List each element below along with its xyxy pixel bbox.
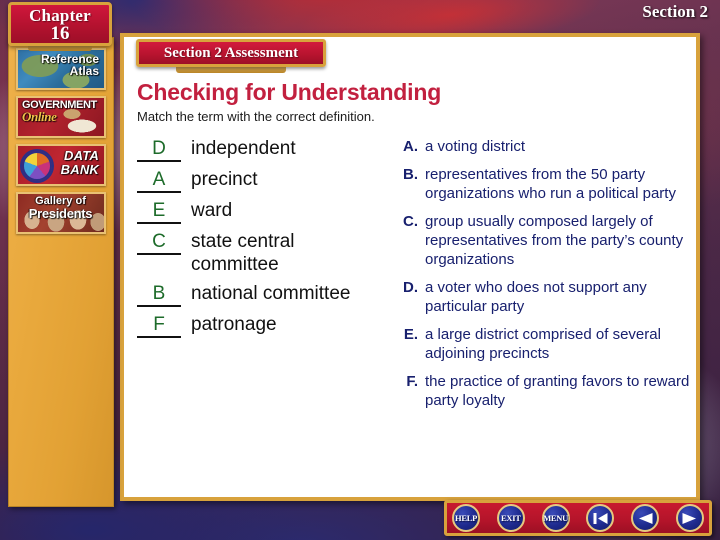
content-panel: Section 2 Assessment Checking for Unders… xyxy=(120,33,700,501)
definition-text: the practice of granting favors to rewar… xyxy=(425,373,690,409)
terms-column: D independent A precinct E ward C state … xyxy=(137,137,387,344)
sidebar-item-label: Reference Atlas xyxy=(18,50,104,78)
sidebar: Reference Atlas GOVERNMENT Online DATA B… xyxy=(8,37,114,507)
plaque-base xyxy=(176,67,286,73)
definition-row: B. representatives from the 50 party org… xyxy=(396,165,696,203)
next-slide-button[interactable] xyxy=(675,504,704,532)
sidebar-item-label: Gallery of Presidents xyxy=(18,194,104,221)
sidebar-item-data-bank[interactable]: DATA BANK xyxy=(16,144,106,186)
instruction-text: Match the term with the correct definiti… xyxy=(137,109,375,124)
definition-letter: D. xyxy=(403,279,418,296)
term-row: F patronage xyxy=(137,313,387,338)
definition-row: E. a large district comprised of several… xyxy=(396,325,696,363)
definition-text: a large district comprised of several ad… xyxy=(425,326,661,362)
sidebar-item-government-online[interactable]: GOVERNMENT Online xyxy=(16,96,106,138)
term-label: precinct xyxy=(191,169,258,190)
definition-row: A. a voting district xyxy=(396,137,696,156)
term-label: national committee xyxy=(191,283,351,304)
first-slide-button[interactable] xyxy=(586,504,615,532)
arrow-left-icon xyxy=(638,512,653,524)
gallery-line1: Gallery of xyxy=(35,195,86,207)
term-label: ward xyxy=(191,200,233,221)
arrow-right-icon xyxy=(682,512,697,524)
section-label: Section 2 xyxy=(642,2,708,21)
page-title: Checking for Understanding xyxy=(137,79,442,105)
data-bank-line2: BANK xyxy=(60,161,99,177)
definition-text: representatives from the 50 party organi… xyxy=(425,166,676,202)
definition-row: F. the practice of granting favors to re… xyxy=(396,372,696,410)
gallery-line2: Presidents xyxy=(28,206,93,222)
answer-blank[interactable]: A xyxy=(137,169,181,193)
chapter-tab[interactable]: Chapter 16 xyxy=(8,2,112,46)
menu-button[interactable]: MENU xyxy=(541,504,570,532)
term-label: state central committee xyxy=(191,231,295,275)
term-row: E ward xyxy=(137,199,387,224)
definition-letter: B. xyxy=(403,166,418,183)
answer-blank[interactable]: B xyxy=(137,283,181,307)
first-slide-icon xyxy=(593,512,608,524)
term-row: B national committee xyxy=(137,282,387,307)
sidebar-item-reference-atlas[interactable]: Reference Atlas xyxy=(16,48,106,90)
term-row: C state central committee xyxy=(137,230,387,276)
government-online-line2: Online xyxy=(22,109,57,125)
definitions-column: A. a voting district B. representatives … xyxy=(396,137,696,419)
help-button[interactable]: HELP xyxy=(452,504,480,532)
definition-letter: A. xyxy=(403,138,418,155)
navigation-bar: HELP EXIT MENU xyxy=(444,500,712,536)
chapter-word: Chapter xyxy=(29,6,91,25)
term-row: A precinct xyxy=(137,168,387,193)
answer-blank[interactable]: C xyxy=(137,231,181,255)
definition-row: D. a voter who does not support any part… xyxy=(396,278,696,316)
assessment-plaque: Section 2 Assessment xyxy=(136,39,326,67)
term-label: patronage xyxy=(191,314,277,335)
term-row: D independent xyxy=(137,137,387,162)
answer-blank[interactable]: E xyxy=(137,200,181,224)
definition-text: a voter who does not support any particu… xyxy=(425,279,647,315)
previous-slide-button[interactable] xyxy=(631,504,660,532)
definition-text: a voting district xyxy=(425,138,526,155)
sidebar-item-label: GOVERNMENT Online xyxy=(18,98,104,124)
chapter-number: 16 xyxy=(50,23,70,44)
reference-atlas-line2: Atlas xyxy=(69,64,99,79)
definition-letter: E. xyxy=(403,326,418,343)
definition-letter: F. xyxy=(406,373,418,390)
definition-letter: C. xyxy=(403,213,418,230)
exit-button[interactable]: EXIT xyxy=(496,504,525,532)
definition-text: group usually composed largely of repres… xyxy=(425,213,684,268)
answer-blank[interactable]: F xyxy=(137,314,181,338)
sidebar-item-gallery-of-presidents[interactable]: Gallery of Presidents xyxy=(16,192,106,234)
definition-row: C. group usually composed largely of rep… xyxy=(396,212,696,269)
answer-blank[interactable]: D xyxy=(137,138,181,162)
sidebar-item-label: DATA BANK xyxy=(18,146,104,176)
term-label: independent xyxy=(191,138,296,159)
slide-stage: Chapter 16 Section 2 Reference Atlas GOV… xyxy=(0,0,720,540)
